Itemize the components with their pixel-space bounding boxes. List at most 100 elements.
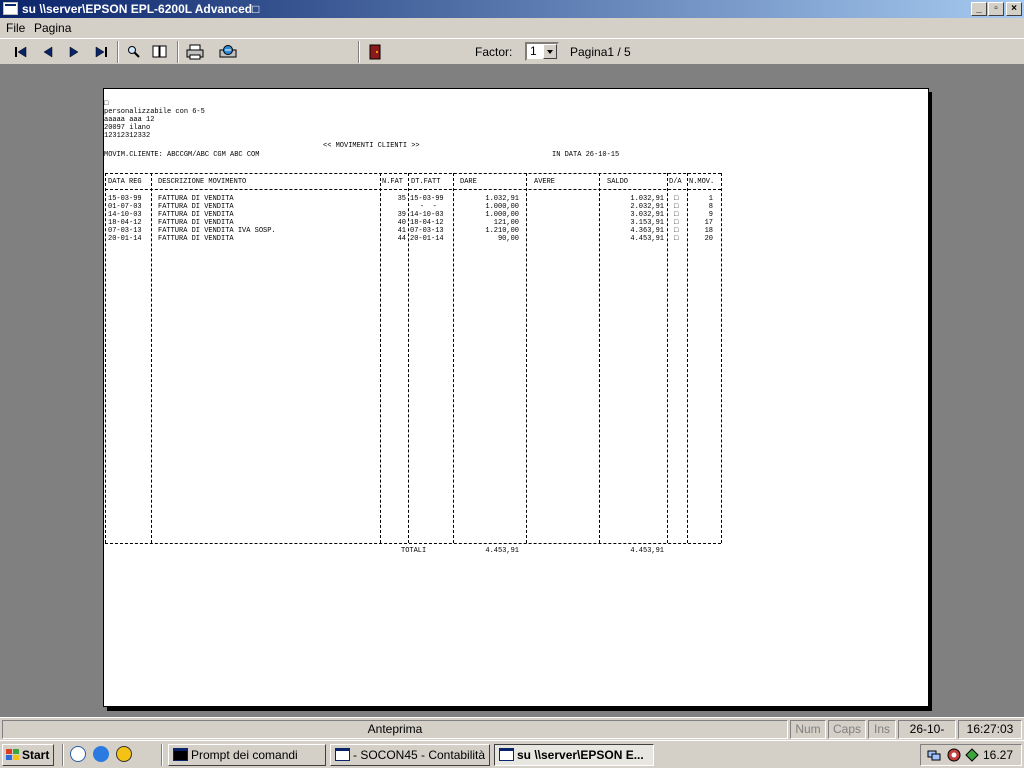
window-icon <box>499 748 514 761</box>
cell-descrizione: FATTURA DI VENDITA <box>158 203 234 211</box>
cell-data-reg: 18-04-12 <box>108 219 142 227</box>
table-column-divider <box>151 173 152 543</box>
start-button[interactable]: Start <box>2 744 54 766</box>
report-code: 12312312332 <box>104 132 151 140</box>
cell-d-a: □ <box>674 203 679 211</box>
table-column-divider <box>526 173 527 543</box>
cell-descrizione: FATTURA DI VENDITA IVA SOSP. <box>158 227 276 235</box>
command-prompt-icon <box>173 748 188 761</box>
report-page: □ personalizzabile con 6-5 aaaaa aaa 12 … <box>103 88 929 707</box>
cell-dt-fatt: 07-03-13 <box>410 227 444 235</box>
print-button[interactable] <box>184 41 206 63</box>
cell-dt-fatt: 14-10-03 <box>410 211 444 219</box>
cell-dt-fatt: 20-01-14 <box>410 235 444 243</box>
cell-dare: 1.000,00 <box>485 203 519 211</box>
menu-file[interactable]: File <box>6 21 25 35</box>
cell-saldo: 4.363,91 <box>630 227 664 235</box>
table-column-divider <box>721 173 722 543</box>
cell-saldo: 4.453,91 <box>630 235 664 243</box>
factor-label: Factor: <box>475 45 513 59</box>
cell-saldo: 3.153,91 <box>630 219 664 227</box>
cell-dare: 1.032,91 <box>485 195 519 203</box>
column-header-dt-fatt: DT.FATT <box>411 178 441 186</box>
task-command-prompt[interactable]: Prompt dei comandi <box>168 744 326 766</box>
last-page-icon <box>95 46 107 58</box>
cell-d-a: □ <box>674 211 679 219</box>
column-header-n-mov: N.MOV. <box>689 178 715 186</box>
title-bar: su \\server\EPSON EPL-6200L Advanced□ _ … <box>0 0 1024 18</box>
printer-icon <box>186 44 204 60</box>
toolbar-separator <box>117 41 119 63</box>
zoom-button[interactable] <box>123 41 145 63</box>
printer-setup-icon <box>219 45 237 58</box>
table-column-divider <box>105 173 106 543</box>
cell-d-a: □ <box>674 235 679 243</box>
cell-n-fat: 35 <box>397 195 406 203</box>
next-page-button[interactable] <box>63 41 85 63</box>
table-column-divider <box>687 173 688 543</box>
close-button[interactable]: × <box>1006 2 1022 16</box>
antivirus-icon[interactable] <box>965 748 979 762</box>
report-date-line: IN DATA 26-10-15 <box>552 151 620 159</box>
cell-n-fat: 44 <box>397 235 406 243</box>
restore-button[interactable]: ▫ <box>988 2 1004 16</box>
status-time: 16:27:03 <box>958 720 1022 739</box>
cell-saldo: 3.032,91 <box>630 211 664 219</box>
windows-logo-icon <box>6 749 19 760</box>
app-icon[interactable] <box>3 2 18 15</box>
toolbar-separator <box>177 41 179 63</box>
cell-data-reg: 20-01-14 <box>108 235 142 243</box>
factor-value: 1 <box>530 44 537 58</box>
cell-d-a: □ <box>674 195 679 203</box>
column-header-d-a: D/A <box>669 178 682 186</box>
cell-data-reg: 07-03-13 <box>108 227 142 235</box>
setup-button[interactable] <box>217 41 239 63</box>
totals-label: TOTALI <box>401 547 427 555</box>
cell-n-mov: 17 <box>704 219 713 227</box>
task-socon45[interactable]: - SOCON45 - Contabilità ... <box>330 744 490 766</box>
toolbar-separator <box>358 41 360 63</box>
network-icon[interactable] <box>927 748 941 762</box>
cell-data-reg: 01-07-03 <box>108 203 142 211</box>
quicklaunch-media-player-icon[interactable] <box>116 746 132 762</box>
toolbar: Factor: 1 Pagina1 / 5 <box>0 38 1024 65</box>
total-dare: 4.453,91 <box>485 547 519 555</box>
table-top-border <box>105 173 721 174</box>
cell-n-mov: 8 <box>708 203 713 211</box>
chevron-down-icon[interactable] <box>543 44 557 59</box>
magnifier-icon <box>128 46 140 58</box>
quicklaunch-internet-explorer-icon[interactable] <box>93 746 109 762</box>
menu-pagina[interactable]: Pagina <box>34 21 71 35</box>
report-city: 20097 ilano <box>104 124 151 132</box>
book-icon <box>152 45 167 58</box>
cell-descrizione: FATTURA DI VENDITA <box>158 235 234 243</box>
status-caps: Caps <box>828 720 866 739</box>
security-icon[interactable] <box>947 748 961 762</box>
taskbar-clock: 16.27 <box>982 748 1013 762</box>
quicklaunch-ie-config-icon[interactable] <box>70 746 86 762</box>
start-label: Start <box>22 748 50 762</box>
minimize-button[interactable]: _ <box>971 2 987 16</box>
column-header-n-fat: N.FAT <box>382 178 404 186</box>
two-pages-button[interactable] <box>149 41 171 63</box>
taskbar: Start Prompt dei comandi - SOCON45 - Con… <box>0 740 1024 768</box>
exit-button[interactable] <box>364 41 386 63</box>
cell-n-fat: 41 <box>397 227 406 235</box>
window-title: su \\server\EPSON EPL-6200L Advanced□ <box>22 2 260 16</box>
column-header-descrizione: DESCRIZIONE MOVIMENTO <box>158 178 247 186</box>
cell-n-fat: 40 <box>397 219 406 227</box>
column-header-saldo: SALDO <box>607 178 629 186</box>
prev-page-button[interactable] <box>37 41 59 63</box>
first-page-icon <box>15 46 27 58</box>
factor-dropdown[interactable]: 1 <box>525 42 559 61</box>
cell-n-mov: 1 <box>708 195 713 203</box>
cell-saldo: 1.032,91 <box>630 195 664 203</box>
last-page-button[interactable] <box>90 41 112 63</box>
first-page-button[interactable] <box>10 41 32 63</box>
column-header-dare: DARE <box>460 178 477 186</box>
table-column-divider <box>408 173 409 543</box>
cell-data-reg: 15-03-99 <box>108 195 142 203</box>
cell-dt-fatt: 18-04-12 <box>410 219 444 227</box>
taskbar-separator <box>161 744 163 766</box>
task-print-preview[interactable]: su \\server\EPSON E... <box>494 744 654 766</box>
